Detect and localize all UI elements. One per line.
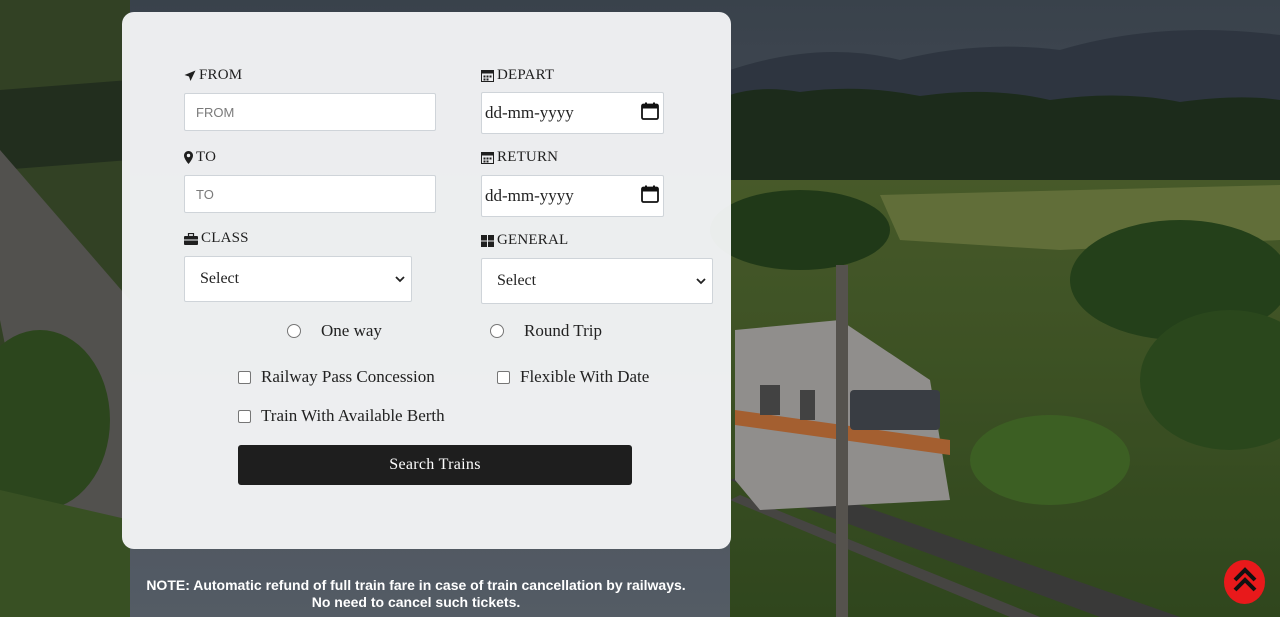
depart-date-value: dd-mm-yyyy xyxy=(485,103,574,122)
train-search-form: FROM TO DEPART dd-mm-yyyy RETURN dd-mm-y… xyxy=(122,12,731,549)
date-picker-icon[interactable] xyxy=(641,185,659,208)
search-trains-button[interactable]: Search Trains xyxy=(238,445,632,485)
general-select-value: Select xyxy=(497,272,537,289)
location-arrow-icon xyxy=(184,70,196,82)
available-berth-label: Train With Available Berth xyxy=(261,406,445,425)
date-picker-icon[interactable] xyxy=(641,102,659,125)
calendar-icon xyxy=(481,69,494,82)
return-label: RETURN xyxy=(481,149,558,166)
to-label-text: TO xyxy=(196,149,217,165)
class-label-text: CLASS xyxy=(201,230,249,246)
available-berth-option[interactable]: Train With Available Berth xyxy=(238,406,445,426)
depart-date-input[interactable]: dd-mm-yyyy xyxy=(481,92,664,134)
available-berth-checkbox[interactable] xyxy=(238,409,251,423)
chevron-down-icon xyxy=(696,272,706,290)
flexible-date-option[interactable]: Flexible With Date xyxy=(497,367,649,387)
from-label-text: FROM xyxy=(199,67,243,83)
briefcase-icon xyxy=(184,232,198,245)
depart-label: DEPART xyxy=(481,67,554,84)
general-label-text: GENERAL xyxy=(497,232,569,248)
return-date-value: dd-mm-yyyy xyxy=(485,186,574,205)
from-label: FROM xyxy=(184,67,242,84)
one-way-option[interactable]: One way xyxy=(287,321,382,341)
round-trip-radio[interactable] xyxy=(490,324,504,338)
general-label: GENERAL xyxy=(481,232,568,249)
class-select-value: Select xyxy=(200,270,240,287)
return-date-input[interactable]: dd-mm-yyyy xyxy=(481,175,664,217)
grid-icon xyxy=(481,234,494,247)
map-marker-icon xyxy=(184,151,193,164)
to-label: TO xyxy=(184,149,216,166)
general-select[interactable]: Select xyxy=(481,258,713,304)
refund-note: NOTE: Automatic refund of full train far… xyxy=(128,577,704,611)
double-chevron-up-icon xyxy=(1232,566,1258,598)
to-input[interactable] xyxy=(184,175,436,213)
refund-note-line1: NOTE: Automatic refund of full train far… xyxy=(146,577,686,593)
return-label-text: RETURN xyxy=(497,149,559,165)
one-way-label: One way xyxy=(321,321,382,340)
round-trip-option[interactable]: Round Trip xyxy=(490,321,602,341)
round-trip-label: Round Trip xyxy=(524,321,602,340)
chevron-down-icon xyxy=(395,270,405,288)
from-input[interactable] xyxy=(184,93,436,131)
calendar-icon xyxy=(481,151,494,164)
railway-pass-checkbox[interactable] xyxy=(238,370,251,384)
depart-label-text: DEPART xyxy=(497,67,555,83)
railway-pass-option[interactable]: Railway Pass Concession xyxy=(238,367,435,387)
refund-note-line2: No need to cancel such tickets. xyxy=(311,594,521,610)
search-trains-label: Search Trains xyxy=(389,456,481,473)
scroll-to-top-button[interactable] xyxy=(1224,560,1265,604)
class-select[interactable]: Select xyxy=(184,256,412,302)
flexible-date-label: Flexible With Date xyxy=(520,367,650,386)
railway-pass-label: Railway Pass Concession xyxy=(261,367,435,386)
one-way-radio[interactable] xyxy=(287,324,301,338)
class-label: CLASS xyxy=(184,230,249,247)
flexible-date-checkbox[interactable] xyxy=(497,370,510,384)
